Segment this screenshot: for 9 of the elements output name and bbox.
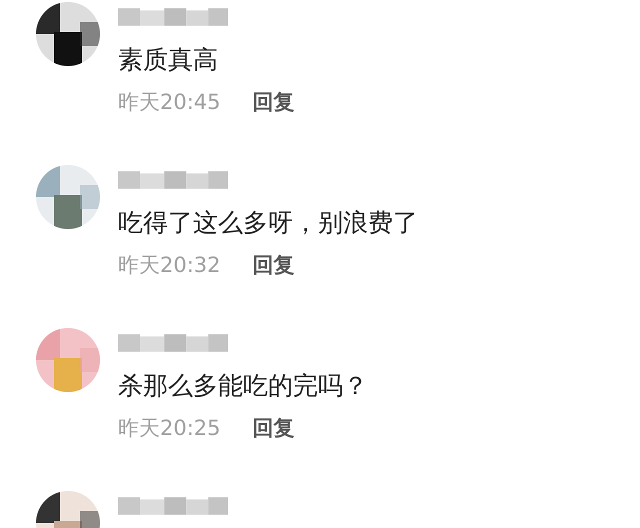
comment-time: 昨天20:32 xyxy=(118,252,221,279)
comment-time: 昨天20:25 xyxy=(118,415,221,442)
comment-text: 吃得了这么多呀，别浪费了 xyxy=(118,207,418,239)
comment-time: 昨天20:45 xyxy=(118,89,221,116)
reply-link[interactable]: 回复 xyxy=(252,88,295,116)
comment-text: 杀那么多能吃的完吗？ xyxy=(118,370,368,402)
reply-link[interactable]: 回复 xyxy=(252,414,295,442)
reply-link[interactable]: 回复 xyxy=(252,251,295,279)
comment-text: 素质真高 xyxy=(118,44,219,76)
